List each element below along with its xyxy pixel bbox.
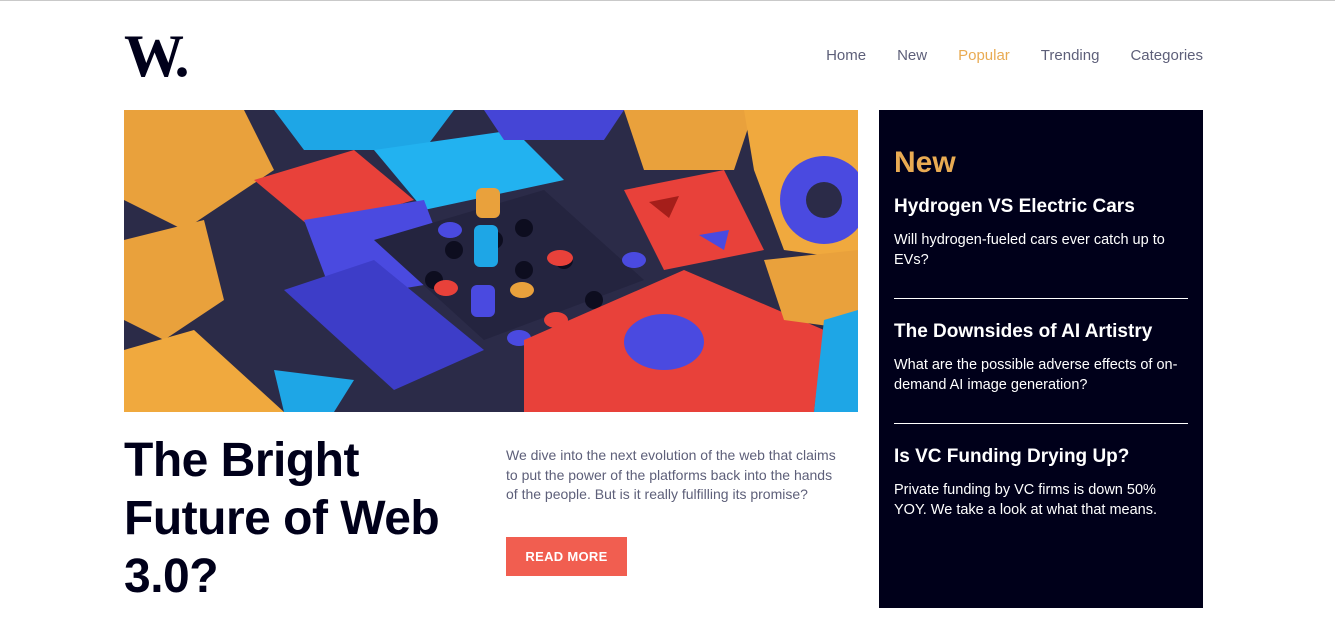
news-item-heading[interactable]: Is VC Funding Drying Up? xyxy=(894,444,1188,469)
news-item-description: What are the possible adverse effects of… xyxy=(894,357,1178,393)
new-articles-sidebar: New Hydrogen VS Electric Cars Will hydro… xyxy=(879,110,1203,608)
nav-item-trending[interactable]: Trending xyxy=(1041,46,1100,66)
nav-item-categories[interactable]: Categories xyxy=(1130,46,1203,66)
nav-item-new[interactable]: New xyxy=(897,46,927,66)
top-border xyxy=(0,0,1335,1)
news-item: Is VC Funding Drying Up? Private funding… xyxy=(894,423,1188,548)
hero-image xyxy=(124,110,858,412)
read-more-button[interactable]: READ MORE xyxy=(506,537,627,576)
sidebar-title: New xyxy=(894,146,956,179)
news-item: The Downsides of AI Artistry What are th… xyxy=(894,298,1188,423)
site-logo[interactable]: W. xyxy=(124,26,189,86)
news-item-description: Private funding by VC firms is down 50% … xyxy=(894,482,1158,518)
nav-item-popular[interactable]: Popular xyxy=(958,46,1010,66)
article-intro: We dive into the next evolution of the w… xyxy=(506,447,836,502)
news-item-heading[interactable]: Hydrogen VS Electric Cars xyxy=(894,194,1188,219)
article-headline: The Bright Future of Web 3.0? xyxy=(124,434,440,603)
news-item-heading[interactable]: The Downsides of AI Artistry xyxy=(894,319,1188,344)
news-item: Hydrogen VS Electric Cars Will hydrogen-… xyxy=(894,194,1188,298)
news-item-description: Will hydrogen-fueled cars ever catch up … xyxy=(894,232,1165,268)
main-nav: Home New Popular Trending Categories xyxy=(826,46,1203,66)
nav-item-home[interactable]: Home xyxy=(826,46,866,66)
